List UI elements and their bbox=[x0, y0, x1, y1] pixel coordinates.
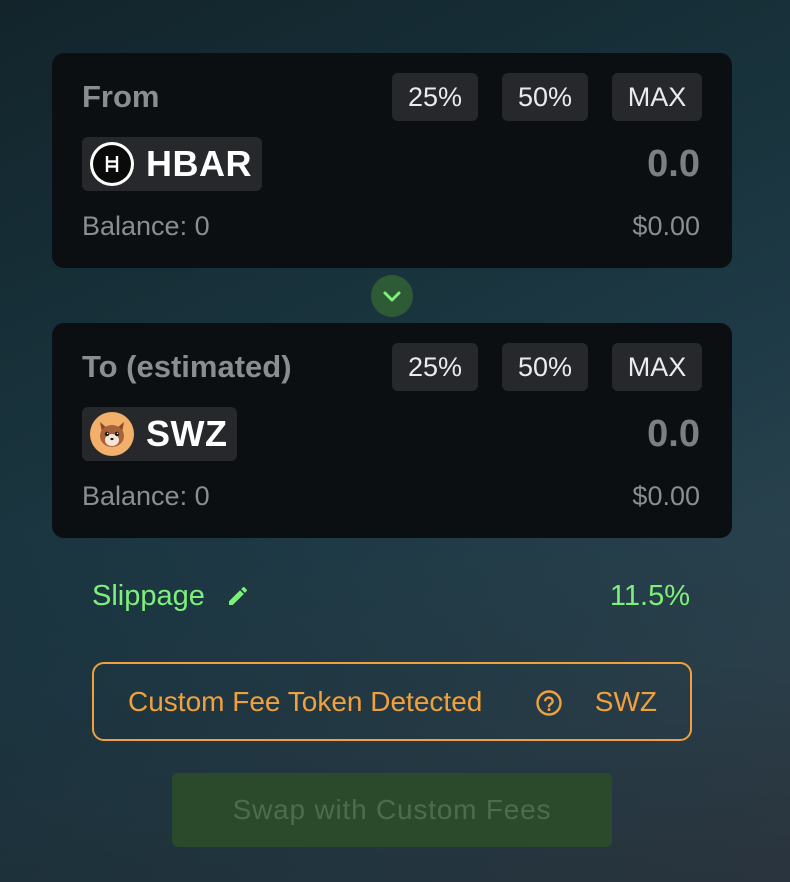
to-token-selector[interactable]: SWZ bbox=[82, 407, 238, 461]
switch-direction-button[interactable] bbox=[371, 275, 413, 317]
to-max-button[interactable]: MAX bbox=[612, 343, 702, 391]
question-circle-icon[interactable] bbox=[535, 689, 563, 722]
to-token-name: SWZ bbox=[146, 413, 228, 454]
from-usd-value: $0.00 bbox=[632, 211, 700, 241]
from-token-name: HBAR bbox=[146, 143, 252, 184]
swz-fox-logo-icon bbox=[90, 412, 134, 456]
slippage-row: Slippage 11.5% bbox=[92, 578, 692, 618]
hbar-logo-icon bbox=[90, 142, 134, 186]
to-usd-value: $0.00 bbox=[632, 481, 700, 511]
from-max-button[interactable]: MAX bbox=[612, 73, 702, 121]
custom-fee-text: Custom Fee Token Detected bbox=[128, 686, 483, 717]
from-card: From 25% 50% MAX HBAR 0.0 Balance: 0 $0.… bbox=[52, 53, 732, 268]
from-50-percent-button[interactable]: 50% bbox=[502, 73, 588, 121]
pencil-icon[interactable] bbox=[226, 584, 250, 613]
from-25-percent-button[interactable]: 25% bbox=[392, 73, 478, 121]
from-label: From bbox=[82, 79, 160, 114]
slippage-label: Slippage bbox=[92, 580, 205, 612]
from-balance: Balance: 0 bbox=[82, 211, 210, 241]
to-label: To (estimated) bbox=[82, 349, 292, 384]
to-25-percent-button[interactable]: 25% bbox=[392, 343, 478, 391]
to-balance: Balance: 0 bbox=[82, 481, 210, 511]
slippage-value: 11.5% bbox=[609, 580, 690, 612]
custom-fee-token: SWZ bbox=[594, 686, 657, 717]
to-card: To (estimated) 25% 50% MAX SWZ 0.0 Balan… bbox=[52, 323, 732, 538]
to-50-percent-button[interactable]: 50% bbox=[502, 343, 588, 391]
to-amount-display: 0.0 bbox=[647, 413, 700, 455]
chevron-down-icon bbox=[383, 291, 401, 302]
from-token-selector[interactable]: HBAR bbox=[82, 137, 262, 191]
from-amount-input[interactable]: 0.0 bbox=[647, 143, 700, 186]
swap-button[interactable]: Swap with Custom Fees bbox=[172, 773, 612, 847]
custom-fee-notice: Custom Fee Token Detected SWZ bbox=[92, 662, 692, 741]
